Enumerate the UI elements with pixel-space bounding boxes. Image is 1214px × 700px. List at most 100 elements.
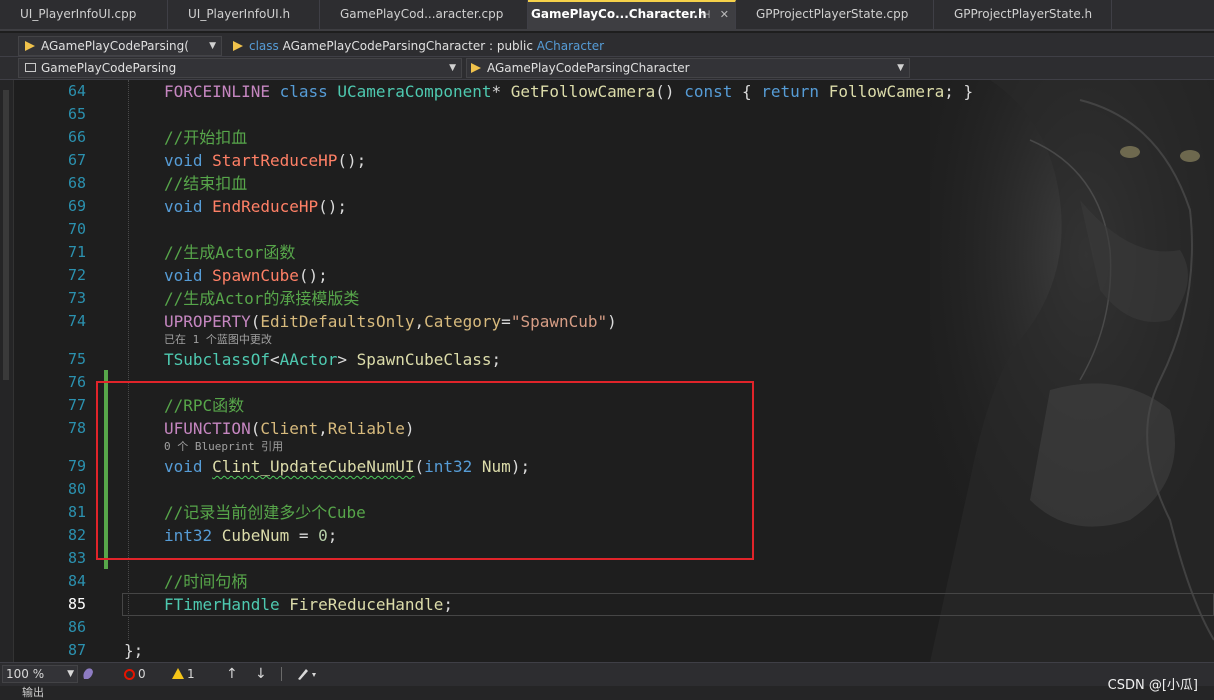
- next-issue-button[interactable]: ↓: [255, 663, 267, 685]
- member-dropdown[interactable]: AGamePlayCodeParsingCharacter ▼: [466, 58, 910, 78]
- line-number: 79: [67, 457, 86, 475]
- tab-label: UI_PlayerInfoUI.h: [188, 7, 291, 21]
- line-number: 66: [67, 128, 86, 146]
- line-number: 64: [67, 82, 86, 100]
- scope-dropdown[interactable]: GamePlayCodeParsing ▼: [18, 58, 462, 78]
- line-number: 87: [67, 641, 86, 659]
- code-line[interactable]: 64 FORCEINLINE class UCameraComponent* Ge…: [0, 80, 1214, 103]
- code-line[interactable]: 68 //结束扣血: [0, 172, 1214, 195]
- code-line[interactable]: 78 UFUNCTION(Client,Reliable): [0, 417, 1214, 440]
- tab-label: UI_PlayerInfoUI.cpp: [20, 7, 137, 21]
- code-token: UPROPERTY: [164, 312, 251, 331]
- zoom-dropdown[interactable]: 100 % ▼: [2, 665, 78, 683]
- line-number: 71: [67, 243, 86, 261]
- code-token: //生成Actor函数: [164, 243, 296, 262]
- navigation-bar: AGamePlayCodeParsing( ▼ class AGamePlayC…: [0, 33, 1214, 57]
- code-line[interactable]: 75 TSubclassOf<AActor> SpawnCubeClass;: [0, 348, 1214, 371]
- code-token: 0: [318, 526, 328, 545]
- code-token: AActor: [279, 350, 338, 369]
- code-token: "SpawnCub": [510, 312, 608, 331]
- code-token: EditDefaultsOnly: [260, 312, 415, 331]
- code-line[interactable]: 70: [0, 218, 1214, 241]
- previous-issue-button[interactable]: ↑: [226, 663, 238, 685]
- project-dropdown-label: AGamePlayCodeParsing(: [41, 39, 189, 53]
- code-line[interactable]: 72 void SpawnCube();: [0, 264, 1214, 287]
- errors-indicator[interactable]: 0: [124, 663, 146, 685]
- code-line[interactable]: 82 int32 CubeNum = 0;: [0, 524, 1214, 547]
- line-number: 69: [67, 197, 86, 215]
- code-token: return: [761, 82, 829, 101]
- warning-count: 1: [187, 667, 195, 681]
- tab-gameplay-character-cpp[interactable]: GamePlayCod...aracter.cpp: [320, 0, 528, 29]
- code-token: SpawnCubeClass: [356, 350, 492, 369]
- cleanup-button[interactable]: [296, 663, 318, 685]
- close-icon[interactable]: ✕: [720, 8, 729, 21]
- code-line[interactable]: 67 void StartReduceHP();: [0, 149, 1214, 172]
- line-number: 81: [67, 503, 86, 521]
- member-dropdown-label: AGamePlayCodeParsingCharacter: [487, 61, 690, 75]
- class-dropdown[interactable]: class AGamePlayCodeParsingCharacter : pu…: [226, 36, 1214, 56]
- code-token: TSubclassOf: [164, 350, 270, 369]
- class-base: ACharacter: [536, 39, 605, 53]
- code-line[interactable]: 83: [0, 547, 1214, 570]
- code-line[interactable]: 77 //RPC函数: [0, 394, 1214, 417]
- member-icon: [471, 63, 481, 73]
- code-editor[interactable]: 64 FORCEINLINE class UCameraComponent* Ge…: [0, 80, 1214, 662]
- code-line[interactable]: 87};: [0, 639, 1214, 662]
- line-number: 77: [67, 396, 86, 414]
- code-text: TSubclassOf<AActor> SpawnCubeClass;: [164, 348, 501, 371]
- copilot-icon[interactable]: [82, 663, 94, 685]
- code-line[interactable]: 79 void Clint_UpdateCubeNumUI(int32 Num);: [0, 455, 1214, 478]
- code-line[interactable]: 76: [0, 371, 1214, 394]
- code-line[interactable]: 69 void EndReduceHP();: [0, 195, 1214, 218]
- code-text: FORCEINLINE class UCameraComponent* GetF…: [164, 80, 973, 103]
- code-token: //生成Actor的承接模版类: [164, 289, 360, 308]
- code-token: ): [607, 312, 617, 331]
- tab-label: GamePlayCod...aracter.cpp: [340, 7, 504, 21]
- tab-gpprojectplayerstate-cpp[interactable]: GPProjectPlayerState.cpp: [736, 0, 934, 29]
- code-line[interactable]: 74 UPROPERTY(EditDefaultsOnly,Category="S…: [0, 310, 1214, 333]
- tab-ui-playerinfoui-cpp[interactable]: UI_PlayerInfoUI.cpp: [0, 0, 168, 29]
- codelens-hint[interactable]: 已在 1 个蓝图中更改: [164, 332, 272, 347]
- code-line[interactable]: 86: [0, 616, 1214, 639]
- warnings-indicator[interactable]: 1: [172, 663, 195, 685]
- class-name: AGamePlayCodeParsingCharacter: [282, 39, 486, 53]
- chevron-down-icon: ▼: [897, 63, 904, 73]
- line-number: 86: [67, 618, 86, 636]
- codelens-hint[interactable]: 0 个 Blueprint 引用: [164, 439, 283, 454]
- code-token: ();: [298, 266, 328, 285]
- code-token: void: [164, 151, 213, 170]
- output-panel-tab[interactable]: 输出: [0, 686, 1214, 700]
- scope-bar: GamePlayCodeParsing ▼ AGamePlayCodeParsi…: [0, 57, 1214, 80]
- code-line[interactable]: 66 //开始扣血: [0, 126, 1214, 149]
- code-line[interactable]: 81 //记录当前创建多少个Cube: [0, 501, 1214, 524]
- code-token: >: [337, 350, 357, 369]
- tab-ui-playerinfoui-h[interactable]: UI_PlayerInfoUI.h: [168, 0, 320, 29]
- error-count: 0: [138, 667, 146, 681]
- line-number: 75: [67, 350, 86, 368]
- code-line[interactable]: 73 //生成Actor的承接模版类: [0, 287, 1214, 310]
- code-line[interactable]: 84 //时间句柄: [0, 570, 1214, 593]
- code-text: UPROPERTY(EditDefaultsOnly,Category="Spa…: [164, 310, 617, 333]
- code-token: //时间句柄: [164, 572, 248, 591]
- code-token: ();: [337, 151, 367, 170]
- code-line[interactable]: 65: [0, 103, 1214, 126]
- code-token: //RPC函数: [164, 396, 245, 415]
- code-text: //生成Actor函数: [164, 241, 295, 264]
- code-line[interactable]: 80: [0, 478, 1214, 501]
- code-text: UFUNCTION(Client,Reliable): [164, 417, 414, 440]
- code-text: void StartReduceHP();: [164, 149, 366, 172]
- tab-gpprojectplayerstate-h[interactable]: GPProjectPlayerState.h: [934, 0, 1112, 29]
- code-token: (): [655, 82, 685, 101]
- code-token: EndReduceHP: [212, 197, 319, 216]
- code-token: <: [269, 350, 280, 369]
- tab-gameplay-character-h[interactable]: GamePlayCo...Character.h ⊣ ✕: [528, 0, 736, 29]
- code-line[interactable]: 85 FTimerHandle FireReduceHandle;: [0, 593, 1214, 616]
- tab-controls: ⊣ ✕: [701, 2, 729, 27]
- project-dropdown[interactable]: AGamePlayCodeParsing( ▼: [18, 36, 222, 56]
- code-token: );: [510, 457, 531, 476]
- code-line[interactable]: 71 //生成Actor函数: [0, 241, 1214, 264]
- code-token: (: [250, 312, 261, 331]
- pin-icon[interactable]: ⊣: [701, 8, 711, 21]
- code-token: void: [164, 197, 213, 216]
